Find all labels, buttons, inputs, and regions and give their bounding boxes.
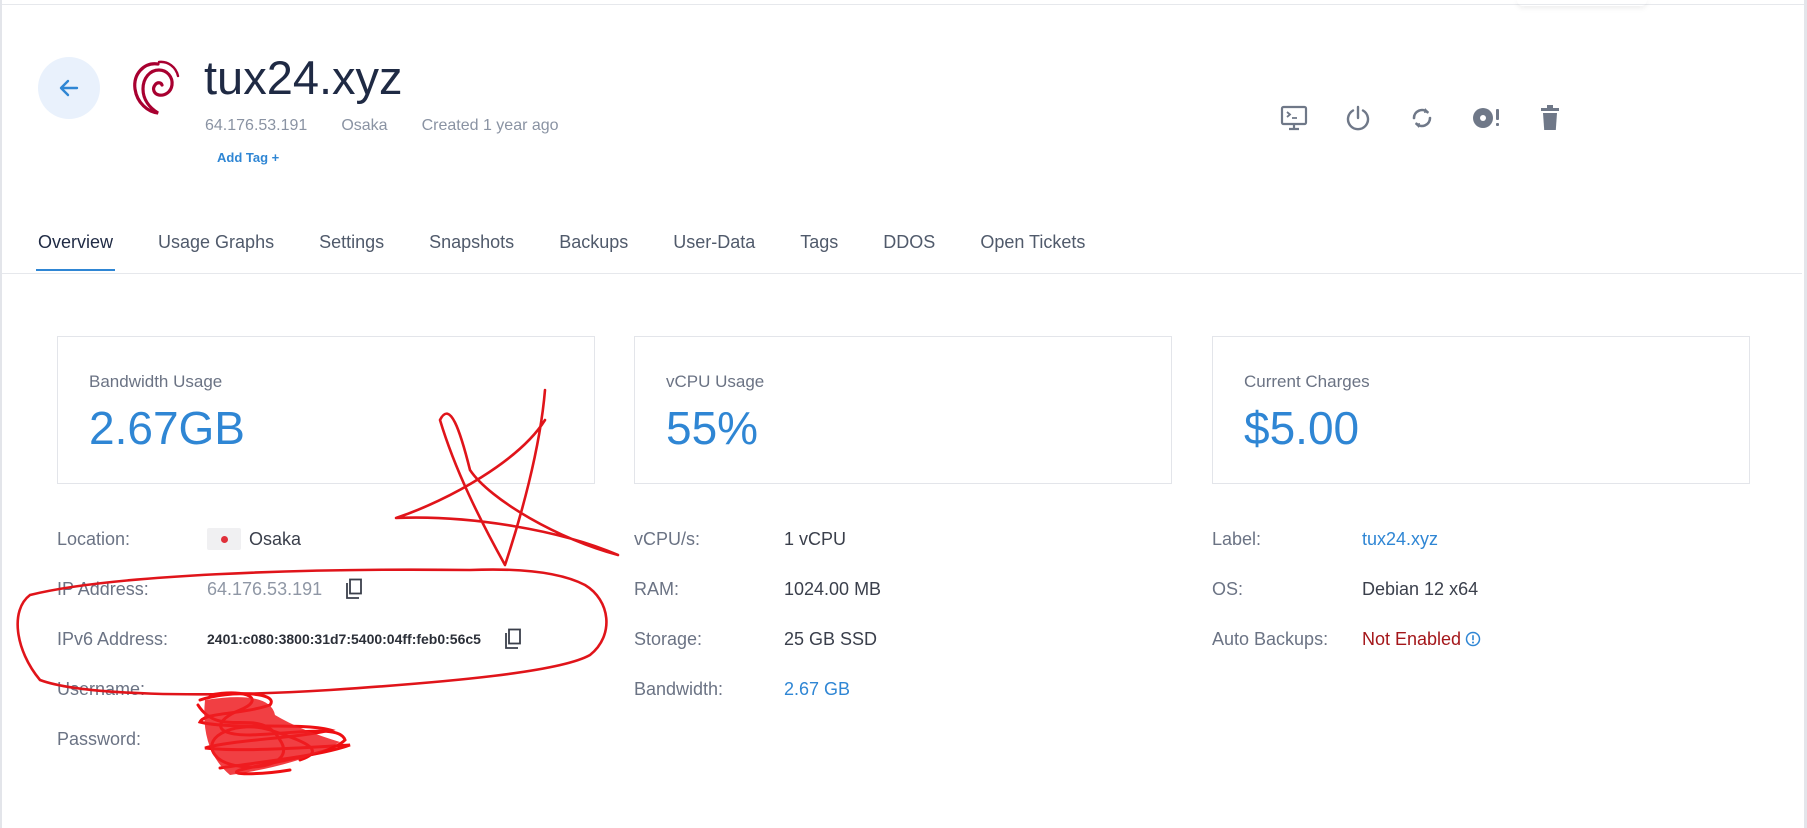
tab-user-data[interactable]: User-Data	[673, 232, 755, 270]
current-charges-card: Current Charges $5.00	[1212, 336, 1750, 484]
auto-backups-value: Not Enabled	[1362, 629, 1481, 650]
server-actions	[1278, 102, 1566, 134]
ip-label: IP Address:	[57, 578, 149, 599]
server-label-link[interactable]: tux24.xyz	[1362, 529, 1438, 550]
bandwidth-label: Bandwidth:	[634, 678, 724, 699]
bandwidth-usage-card: Bandwidth Usage 2.67GB	[57, 336, 595, 484]
ram-value: 1024.00 MB	[784, 578, 882, 599]
debian-swirl-icon	[133, 60, 180, 115]
arrow-left-icon	[59, 79, 79, 97]
card-label: vCPU Usage	[666, 372, 765, 391]
power-icon	[1346, 105, 1370, 131]
card-value: 55%	[666, 402, 759, 454]
ip-text: 64.176.53.191	[207, 578, 323, 599]
tab-ddos[interactable]: DDOS	[883, 232, 935, 270]
tabs-divider	[2, 273, 1802, 274]
server-meta: 64.176.53.191 Osaka Created 1 year ago	[205, 117, 559, 135]
tab-open-tickets[interactable]: Open Tickets	[980, 232, 1085, 270]
os-value: Debian 12 x64	[1362, 578, 1479, 599]
tab-settings[interactable]: Settings	[319, 232, 384, 270]
reinstall-disc-icon	[1473, 108, 1499, 128]
card-label: Current Charges	[1244, 372, 1370, 391]
japan-flag-icon	[207, 528, 241, 550]
power-button[interactable]	[1342, 102, 1374, 134]
trash-icon	[1541, 105, 1559, 130]
location-text: Osaka	[249, 528, 302, 549]
location-label: Location:	[57, 528, 131, 549]
tab-backups[interactable]: Backups	[559, 232, 628, 270]
vcpu-value: 1 vCPU	[784, 528, 847, 549]
ipv6-value: 2401:c080:3800:31d7:5400:04ff:feb0:56c5	[207, 628, 523, 650]
password-label: Password:	[57, 728, 142, 749]
server-ip: 64.176.53.191	[205, 117, 308, 134]
ip-value: 64.176.53.191	[207, 578, 364, 600]
ipv6-label: IPv6 Address:	[57, 628, 169, 649]
ram-label: RAM:	[634, 578, 679, 599]
copy-icon	[346, 578, 363, 599]
window-left-edge	[0, 0, 2, 828]
tab-overview[interactable]: Overview	[35, 232, 116, 271]
copy-icon	[505, 628, 521, 649]
tab-tags[interactable]: Tags	[800, 232, 838, 270]
card-label: Bandwidth Usage	[89, 372, 223, 391]
annotation-redaction-fill	[204, 697, 340, 775]
console-button[interactable]	[1278, 102, 1310, 134]
vcpu-usage-card: vCPU Usage 55%	[634, 336, 1172, 484]
label-label: Label:	[1212, 528, 1262, 549]
copy-ipv6-button[interactable]	[503, 628, 523, 650]
add-tag-link[interactable]: Add Tag +	[217, 150, 279, 165]
vcpu-label: vCPU/s:	[634, 528, 701, 549]
copy-ip-button[interactable]	[344, 578, 364, 600]
bandwidth-link[interactable]: 2.67 GB	[784, 679, 850, 700]
delete-button[interactable]	[1534, 102, 1566, 134]
server-title: tux24.xyz	[204, 51, 403, 104]
restart-button[interactable]	[1406, 102, 1438, 134]
info-icon[interactable]	[1465, 631, 1481, 647]
tab-snapshots[interactable]: Snapshots	[429, 232, 514, 270]
tab-usage-graphs[interactable]: Usage Graphs	[158, 232, 274, 270]
auto-backups-text: Not Enabled	[1362, 628, 1462, 649]
ipv6-text: 2401:c080:3800:31d7:5400:04ff:feb0:56c5	[207, 631, 481, 647]
auto-backups-label: Auto Backups:	[1212, 628, 1329, 649]
server-created: Created 1 year ago	[421, 117, 559, 134]
reinstall-button[interactable]	[1470, 102, 1502, 134]
server-location: Osaka	[341, 117, 388, 134]
tab-bar: Overview Usage Graphs Settings Snapshots…	[35, 232, 1085, 271]
location-value: Osaka	[207, 528, 301, 550]
card-value: 2.67GB	[89, 402, 245, 454]
storage-value: 25 GB SSD	[784, 628, 878, 649]
annotation-redaction-scribble	[196, 691, 351, 776]
os-label: OS:	[1212, 578, 1244, 599]
dropdown-shadow	[1517, 0, 1647, 6]
restart-icon	[1412, 108, 1432, 128]
back-button[interactable]	[38, 57, 100, 119]
storage-label: Storage:	[634, 628, 703, 649]
card-value: $5.00	[1244, 402, 1360, 454]
console-icon	[1280, 105, 1308, 131]
username-label: Username:	[57, 678, 146, 699]
